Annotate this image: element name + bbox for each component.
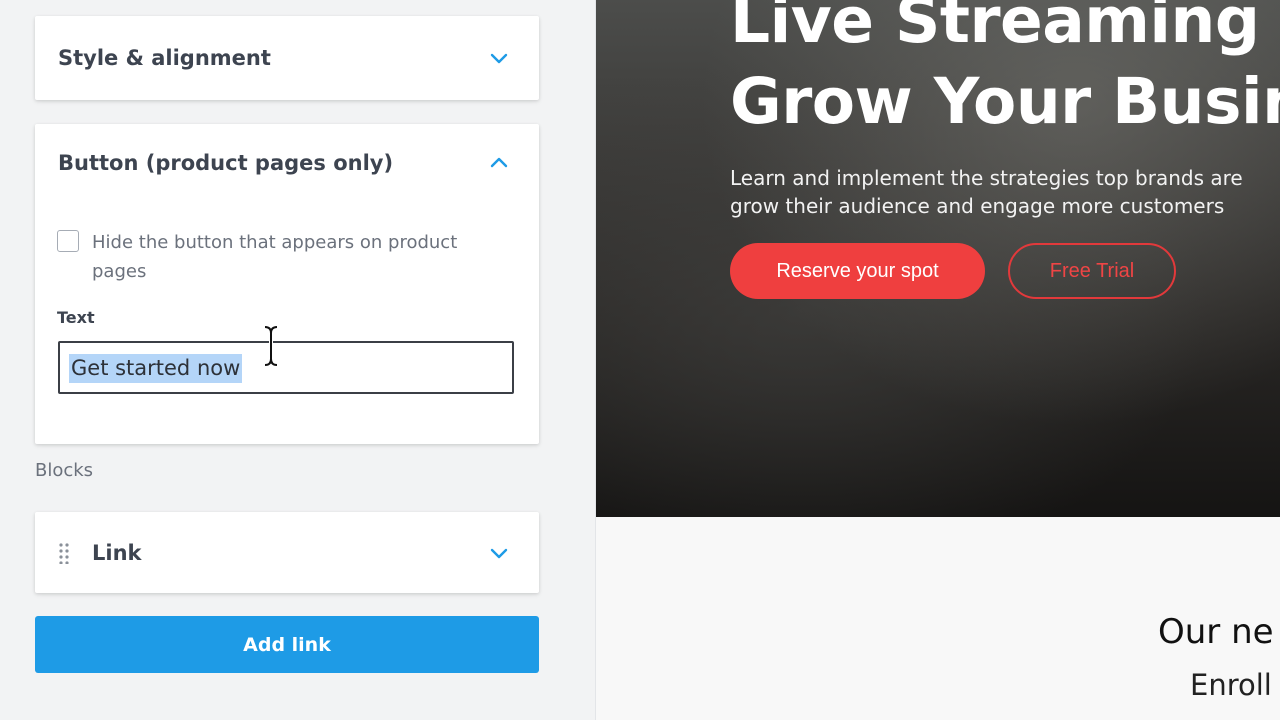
chevron-up-icon[interactable] — [489, 153, 509, 173]
button-section-header[interactable]: Button (product pages only) — [35, 124, 539, 202]
hero-subtitle-line-1: Learn and implement the strategies top b… — [730, 166, 1243, 190]
reserve-spot-button[interactable]: Reserve your spot — [730, 243, 985, 299]
hide-button-checkbox[interactable] — [57, 230, 79, 252]
hero-subtitle: Learn and implement the strategies top b… — [730, 164, 1243, 220]
chevron-down-icon[interactable] — [489, 48, 509, 68]
text-field-label: Text — [57, 308, 95, 327]
editor-sidebar: Style & alignment Button (product pages … — [0, 0, 596, 720]
link-block-header[interactable]: Link — [35, 512, 539, 593]
hero-subtitle-line-2: grow their audience and engage more cust… — [730, 194, 1225, 218]
hero-title: Live Streaming W Grow Your Busine — [730, 0, 1280, 142]
link-block-title: Link — [92, 540, 142, 565]
hero-section: Live Streaming W Grow Your Busine Learn … — [596, 0, 1280, 517]
style-alignment-title: Style & alignment — [58, 46, 271, 70]
add-link-button[interactable]: Add link — [35, 616, 539, 673]
section-heading: Our ne — [1158, 612, 1274, 652]
button-section-title: Button (product pages only) — [58, 151, 394, 175]
text-cursor-icon — [263, 325, 279, 367]
hero-title-line-1: Live Streaming W — [730, 0, 1280, 57]
chevron-down-icon[interactable] — [489, 543, 509, 563]
blocks-label: Blocks — [35, 460, 94, 481]
hide-button-label[interactable]: Hide the button that appears on product … — [92, 228, 502, 286]
button-text-value: Get started now — [69, 354, 243, 383]
button-section: Button (product pages only) Hide the but… — [35, 124, 539, 444]
free-trial-button[interactable]: Free Trial — [1008, 243, 1176, 299]
link-block: Link — [35, 512, 539, 593]
hero-title-line-2: Grow Your Busine — [730, 65, 1280, 138]
drag-handle-icon[interactable] — [58, 542, 70, 565]
page-preview: Live Streaming W Grow Your Busine Learn … — [596, 0, 1280, 720]
section-subheading: Enroll — [1190, 668, 1272, 702]
style-alignment-header[interactable]: Style & alignment — [35, 16, 539, 100]
button-text-input[interactable]: Get started now — [58, 341, 514, 394]
style-alignment-section: Style & alignment — [35, 16, 539, 100]
